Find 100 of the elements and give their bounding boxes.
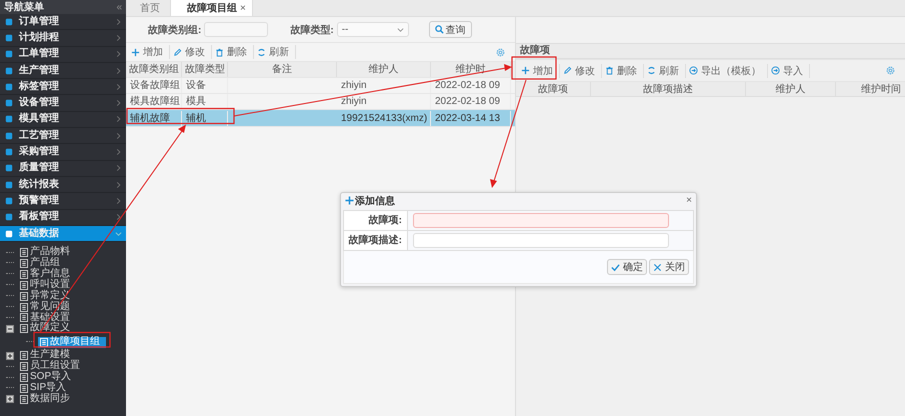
square-icon — [5, 180, 13, 189]
search-button[interactable]: 查询 — [428, 21, 472, 38]
toolbar-button[interactable]: 修改 — [560, 64, 602, 78]
table-cell: zhiyin — [341, 96, 367, 107]
plus-icon — [345, 196, 354, 205]
arrow-circle-icon — [689, 66, 698, 75]
folder-document-icon — [20, 324, 28, 334]
table-cell: 2022-03-14 13 — [435, 112, 500, 124]
tree-item[interactable]: 产品组 — [18, 258, 62, 269]
column-header[interactable]: 故障类型 — [182, 62, 228, 77]
table-cell: zhiyin — [341, 80, 367, 91]
tree-item[interactable]: 客户信息 — [18, 268, 72, 280]
plus-icon — [131, 48, 140, 56]
square-icon — [5, 115, 13, 124]
tree-item[interactable]: 员工组设置 — [18, 361, 82, 372]
menu-item[interactable]: 计划排程 — [0, 30, 126, 47]
table-row[interactable]: 辅机故障 辅机 19921524133(xmz) 2022-03-14 13 — [126, 110, 515, 127]
menu-item[interactable]: 订单管理 — [0, 14, 126, 30]
column-header[interactable]: 维护时间 — [836, 82, 905, 97]
close-icon[interactable]: × — [240, 2, 246, 14]
toolbar-button[interactable]: 删除 — [212, 45, 254, 59]
menu-item[interactable]: 预警管理 — [0, 193, 126, 210]
document-icon — [20, 280, 28, 290]
menu-item[interactable]: 统计报表 — [0, 176, 126, 194]
menu-item[interactable]: 采购管理 — [0, 144, 126, 161]
table-cell: 设备 — [186, 80, 206, 91]
input-field[interactable] — [204, 22, 268, 37]
settings-icon[interactable] — [496, 48, 505, 56]
panel-title: 故障项 — [516, 44, 905, 59]
tree-item[interactable]: 生产建模 — [18, 350, 72, 362]
plus-icon — [521, 66, 530, 75]
chevron-down-icon — [115, 230, 122, 238]
toolbar-button[interactable]: 修改 — [170, 45, 212, 59]
square-icon — [5, 230, 13, 238]
column-header[interactable]: 故障项描述 — [591, 82, 746, 97]
document-icon — [20, 248, 28, 258]
sidebar-title: 导航菜单 — [4, 0, 44, 14]
input-field[interactable] — [413, 213, 669, 228]
column-header[interactable]: 备注 — [228, 62, 337, 77]
table-row[interactable]: 设备故障组 设备 zhiyin 2022-02-18 09 — [126, 78, 515, 94]
menu-item[interactable]: 设备管理 — [0, 95, 126, 112]
square-icon — [5, 18, 13, 26]
toolbar-button[interactable]: 删除 — [602, 64, 644, 78]
menu-item[interactable]: 工艺管理 — [0, 128, 126, 144]
square-icon — [5, 164, 13, 172]
menu-item[interactable]: 质量管理 — [0, 160, 126, 177]
toolbar-button[interactable]: 导入 — [768, 64, 810, 78]
settings-icon[interactable] — [886, 66, 895, 75]
refresh-icon — [257, 48, 266, 56]
toolbar-button[interactable]: 刷新 — [644, 64, 686, 78]
table-cell: 辅机 — [186, 112, 206, 124]
toolbar-button[interactable]: 增加 — [518, 64, 560, 78]
menu-item[interactable]: 工单管理 — [0, 46, 126, 63]
document-icon — [20, 270, 28, 279]
column-header[interactable]: 维护人 — [337, 62, 431, 77]
tree-item[interactable]: SOP导入 — [18, 372, 74, 383]
table-cell: 设备故障组 — [130, 80, 180, 91]
menu-item[interactable]: 标签管理 — [0, 79, 126, 96]
table-cell: 模具故障组 — [130, 96, 180, 107]
column-header[interactable]: 维护人 — [746, 82, 836, 97]
tab[interactable]: 故障项目组 × — [171, 0, 253, 16]
plus-box-icon[interactable] — [6, 352, 14, 360]
tree-item[interactable]: 故障项目组 — [38, 336, 106, 348]
dropdown[interactable]: -- — [336, 22, 409, 37]
square-icon — [5, 132, 13, 140]
tree-item[interactable]: SIP导入 — [18, 382, 68, 394]
menu-item[interactable]: 生产管理 — [0, 62, 126, 80]
square-icon — [5, 213, 13, 222]
document-icon — [20, 259, 28, 268]
toolbar-button[interactable]: 导出（模板） — [686, 64, 768, 78]
dialog-title: 添加信息 — [355, 194, 395, 208]
column-header[interactable]: 故障项 — [516, 82, 591, 97]
filter-label: 故障类别组: — [148, 23, 202, 36]
close-button[interactable]: 关闭 — [649, 259, 689, 275]
toolbar-button[interactable]: 增加 — [128, 45, 170, 59]
confirm-button[interactable]: 确定 — [607, 259, 647, 275]
minus-box-icon[interactable] — [6, 324, 14, 333]
plus-box-icon[interactable] — [6, 395, 14, 404]
square-icon — [5, 50, 13, 58]
folder-document-icon — [20, 394, 28, 404]
tree-item[interactable]: 呼叫设置 — [18, 280, 72, 291]
square-icon — [5, 82, 13, 91]
tree-item[interactable]: 数据同步 — [18, 394, 72, 405]
check-icon — [611, 262, 620, 272]
filter-label: 故障类型: — [290, 23, 334, 36]
table-cell: 19921524133(xmz) — [341, 112, 428, 124]
search-icon — [434, 25, 444, 34]
table-cell: 辅机故障 — [130, 112, 170, 124]
close-button[interactable]: × — [686, 195, 692, 206]
caret-icon — [396, 26, 404, 33]
close-icon — [653, 262, 662, 272]
square-icon — [5, 148, 13, 156]
column-header[interactable]: 故障类别组 — [126, 62, 182, 77]
folder-document-icon — [20, 351, 28, 360]
table-cell: 2022-02-18 09 — [435, 96, 500, 107]
toolbar-button[interactable]: 刷新 — [254, 45, 296, 59]
menu-item[interactable]: 模具管理 — [0, 112, 126, 128]
input-field[interactable] — [413, 233, 669, 248]
pencil-icon — [563, 66, 572, 75]
square-icon — [5, 34, 13, 42]
